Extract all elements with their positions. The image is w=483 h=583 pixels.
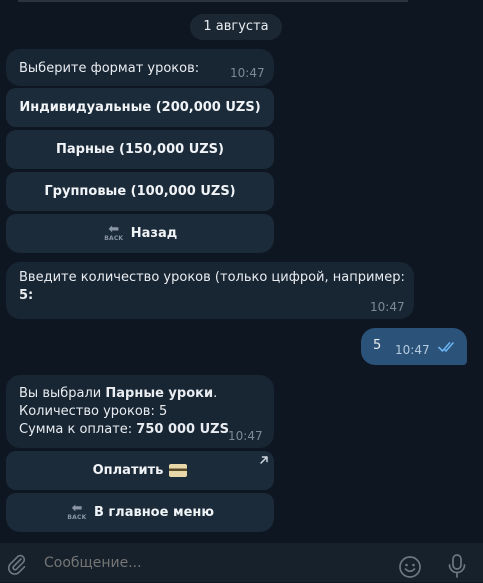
message-text-line1: Введите количество уроков (только цифрой… [19,270,405,285]
bot-message-summary: Вы выбрали Парные уроки. Количество урок… [6,375,274,448]
example-suffix: : [28,288,34,303]
date-separator: 1 августа [190,14,282,40]
pay-button[interactable]: Оплатить [6,451,274,490]
summary-line1: Вы выбрали Парные уроки. [19,386,218,401]
summary-line2: Количество уроков: 5 [19,404,168,419]
summary-line3: Сумма к оплате: 750 000 UZS [19,422,229,437]
main-menu-button[interactable]: ⬅ BACK В главное меню [6,493,274,532]
button-label: Групповые (100,000 UZS) [44,184,236,199]
credit-card-icon [169,464,188,477]
message-time: 10:47 [370,300,405,314]
message-text: 5 [373,338,382,353]
message-text-line2: 5: [19,287,33,305]
message-text: Выберите формат уроков: [19,61,200,76]
message-input[interactable] [44,551,384,575]
button-label: Назад [130,226,178,241]
back-arrow-icon: ⬅ BACK [67,501,87,521]
message-time: 10:47 [395,343,430,357]
top-divider [18,0,408,2]
message-time: 10:47 [228,429,263,443]
arrow-up-right-icon [259,454,269,469]
button-label: Индивидуальные (200,000 UZS) [19,100,261,115]
format-pair-button[interactable]: Парные (150,000 UZS) [6,130,274,169]
microphone-icon[interactable] [446,553,468,583]
bot-message-format-prompt: Выберите формат уроков: 10:47 [6,49,274,86]
user-message-reply: 5 10:47 [361,328,467,365]
back-button[interactable]: ⬅ BACK Назад [6,214,274,253]
format-group-button[interactable]: Групповые (100,000 UZS) [6,172,274,211]
button-label: Парные (150,000 UZS) [55,142,224,157]
bot-message-count-prompt: Введите количество уроков (только цифрой… [6,262,414,319]
message-time: 10:47 [230,66,265,80]
message-composer [0,543,483,582]
double-check-icon [438,341,458,357]
button-label: В главное меню [93,505,215,520]
paperclip-icon[interactable] [6,553,28,579]
button-label: Оплатить [92,463,164,478]
smile-icon[interactable] [398,555,422,583]
back-arrow-icon: ⬅ BACK [104,222,124,242]
example-value: 5 [19,288,29,303]
format-individual-button[interactable]: Индивидуальные (200,000 UZS) [6,88,274,127]
